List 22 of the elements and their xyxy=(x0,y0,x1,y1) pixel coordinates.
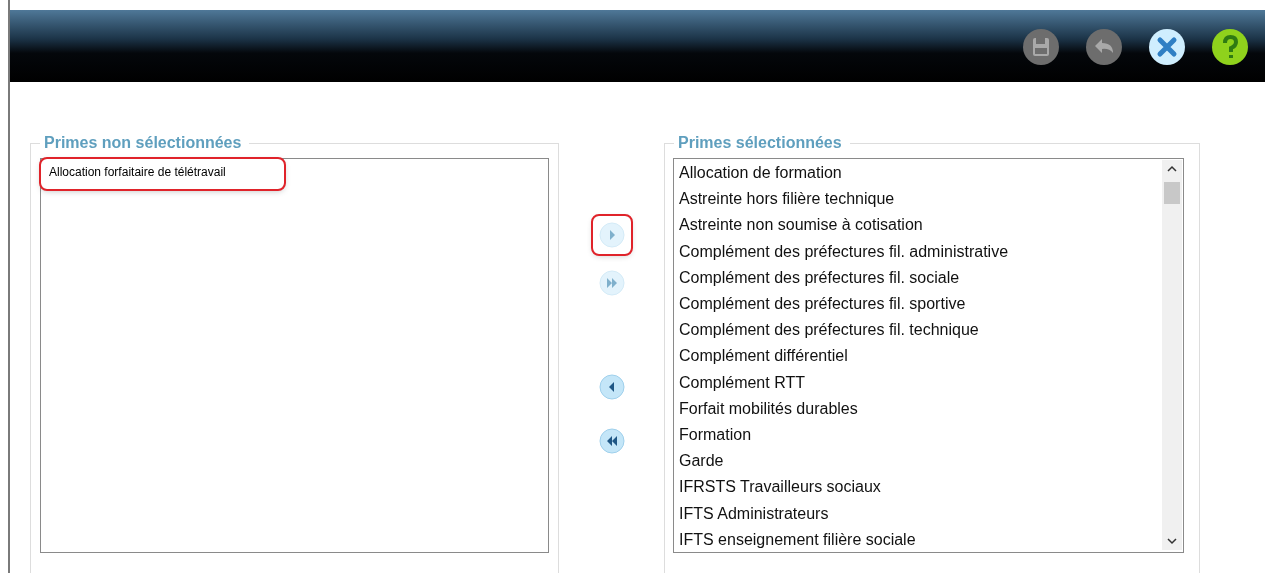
list-item[interactable]: IFTS enseignement filière sociale xyxy=(674,526,1162,554)
list-item[interactable]: Complément des préfectures fil. sportive xyxy=(674,291,1162,318)
help-icon[interactable] xyxy=(1211,28,1249,66)
list-item[interactable]: Allocation forfaitaire de télétravail xyxy=(41,159,284,189)
list-item[interactable]: Complément des préfectures fil. administrative xyxy=(674,238,1162,265)
list-item[interactable]: Allocation de formation xyxy=(674,160,1162,187)
scrollbar[interactable] xyxy=(1162,160,1182,550)
list-item[interactable]: Complément des préfectures fil. sociale xyxy=(674,264,1162,291)
list-item[interactable]: Astreinte hors filière technique xyxy=(674,186,1162,213)
list-item[interactable]: Garde xyxy=(674,448,1162,475)
list-item[interactable]: Astreinte non soumise à cotisation xyxy=(674,212,1162,239)
list-item[interactable]: IFRSTS Travailleurs sociaux xyxy=(674,474,1162,501)
panel-legend: Primes sélectionnées xyxy=(674,134,850,152)
list-item[interactable]: Complément RTT xyxy=(674,369,1162,396)
list-box[interactable]: Allocation forfaitaire de télétravail xyxy=(40,158,549,553)
list-item[interactable]: Forfait mobilités durables xyxy=(674,395,1162,423)
list-item[interactable]: Complément des préfectures fil. technique xyxy=(674,317,1162,344)
close-icon[interactable] xyxy=(1148,28,1186,66)
list-item[interactable]: IFTS Administrateurs xyxy=(674,500,1162,527)
panel-legend: Primes non sélectionnées xyxy=(40,134,250,152)
list-item[interactable]: Complément différentiel xyxy=(674,343,1162,370)
list-item[interactable]: Formation xyxy=(674,422,1162,449)
